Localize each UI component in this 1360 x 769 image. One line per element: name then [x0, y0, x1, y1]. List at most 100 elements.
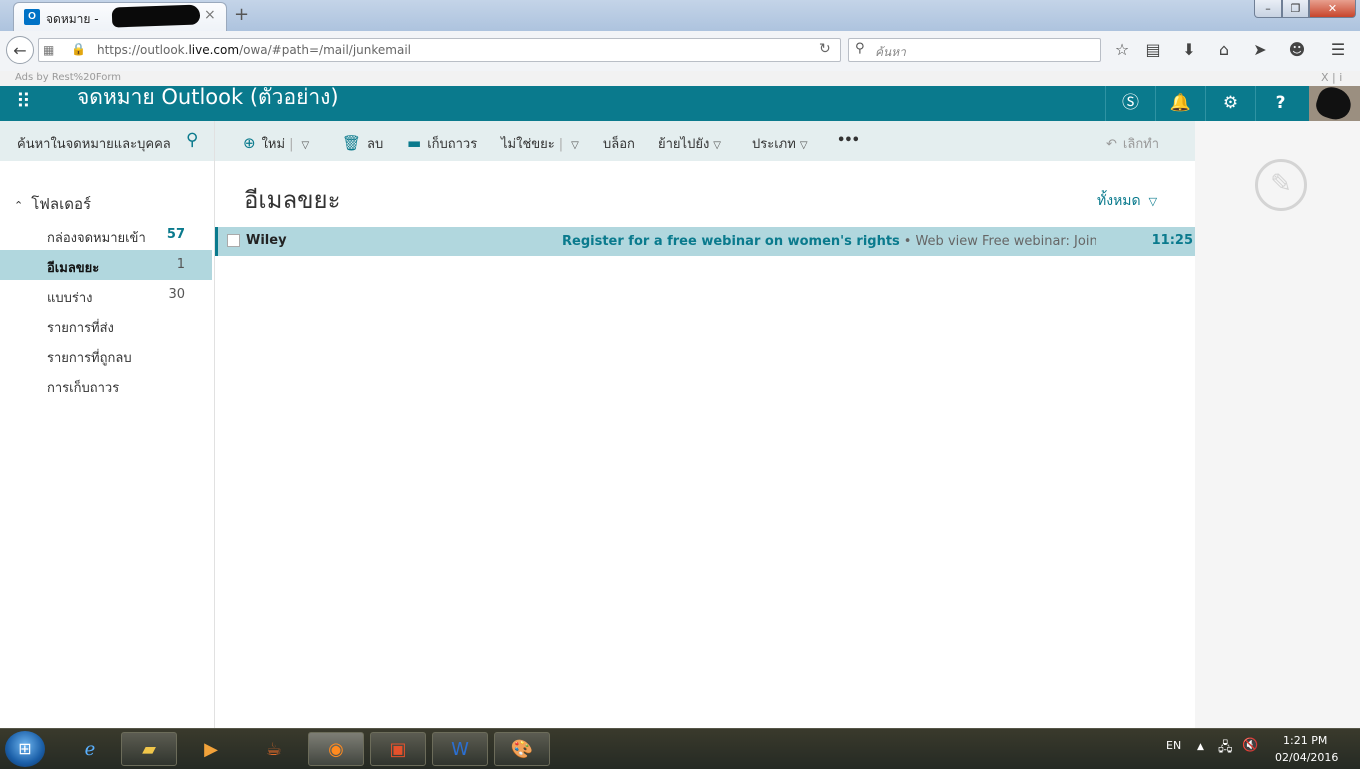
- outlook-favicon-icon: O: [24, 9, 40, 25]
- paint-icon[interactable]: 🎨: [494, 732, 550, 766]
- message-subject: Register for a free webinar on women's r…: [562, 234, 900, 249]
- window-close-button[interactable]: ✕: [1309, 0, 1356, 18]
- media-player-icon[interactable]: ▶: [183, 732, 239, 766]
- chat-icon[interactable]: ☻: [1287, 40, 1307, 59]
- folder-count: 1: [176, 257, 185, 272]
- network-icon[interactable]: 🖧: [1218, 738, 1233, 760]
- internet-explorer-icon[interactable]: ℯ: [62, 732, 118, 766]
- pane-divider[interactable]: [214, 121, 215, 728]
- new-tab-button[interactable]: +: [234, 4, 249, 25]
- reading-list-icon[interactable]: ▤: [1143, 40, 1163, 59]
- archive-button[interactable]: ▬ เก็บถาวร: [407, 133, 477, 154]
- powerpoint-icon[interactable]: ▣: [370, 732, 426, 766]
- folder-junk[interactable]: อีเมลขยะ 1: [0, 250, 212, 280]
- filter-dropdown[interactable]: ทั้งหมด ▽: [1097, 190, 1157, 212]
- message-summary: Register for a free webinar on women's r…: [562, 234, 1096, 250]
- new-button[interactable]: ⊕ ใหม่ | ▽: [243, 133, 309, 154]
- window-minimize-button[interactable]: –: [1254, 0, 1282, 18]
- menu-icon[interactable]: ☰: [1328, 40, 1348, 59]
- java-icon[interactable]: ☕: [246, 732, 302, 766]
- tab-close-icon[interactable]: ×: [204, 7, 216, 23]
- browser-title-bar: O จดหมาย - × + – ❐ ✕: [0, 0, 1360, 32]
- move-to-button[interactable]: ย้ายไปยัง ▽: [658, 133, 721, 154]
- clock-time[interactable]: 1:21 PM: [1283, 734, 1327, 747]
- language-indicator[interactable]: EN: [1166, 739, 1181, 752]
- ads-label: Ads by Rest%20Form: [15, 72, 122, 83]
- site-identity-icon[interactable]: ▦: [43, 43, 54, 57]
- folder-name: รายการที่ส่ง: [47, 321, 114, 336]
- browser-tab[interactable]: O จดหมาย - ×: [13, 2, 227, 32]
- folder-archive[interactable]: การเก็บถาวร: [0, 370, 212, 400]
- chevron-down-icon: ▽: [1148, 195, 1158, 208]
- folder-name: อีเมลขยะ: [47, 261, 100, 276]
- no-message-icon: ✎: [1255, 159, 1307, 211]
- app-launcher-icon[interactable]: ⠿: [16, 89, 31, 113]
- skype-icon[interactable]: Ⓢ: [1105, 86, 1155, 121]
- browser-search-input[interactable]: ⚲ ค้นหา: [848, 38, 1101, 62]
- folder-name: การเก็บถาวร: [47, 381, 120, 396]
- folder-drafts[interactable]: แบบร่าง 30: [0, 280, 212, 310]
- folder-count: 30: [168, 287, 185, 302]
- send-icon[interactable]: ➤: [1250, 40, 1270, 59]
- folder-title: อีเมลขยะ: [244, 186, 341, 214]
- message-checkbox[interactable]: [227, 234, 240, 247]
- file-explorer-icon[interactable]: ▰: [121, 732, 177, 766]
- clock-date[interactable]: 02/04/2016: [1275, 751, 1338, 764]
- folder-sent[interactable]: รายการที่ส่ง: [0, 310, 212, 340]
- folder-deleted[interactable]: รายการที่ถูกลบ: [0, 340, 212, 370]
- firefox-icon[interactable]: ◉: [308, 732, 364, 766]
- download-icon[interactable]: ⬇: [1179, 40, 1199, 59]
- word-icon[interactable]: W: [432, 732, 488, 766]
- start-button[interactable]: ⊞: [5, 731, 45, 767]
- ads-close-button[interactable]: X | i: [1321, 71, 1342, 84]
- message-sender: Wiley: [246, 233, 287, 248]
- redacted-blot: [111, 4, 201, 28]
- app-header: ⠿ จดหมาย Outlook (ตัวอย่าง) Ⓢ 🔔 ⚙ ?: [0, 86, 1360, 121]
- help-icon[interactable]: ?: [1255, 86, 1305, 121]
- chevron-down-icon[interactable]: ▽: [301, 140, 309, 151]
- reload-icon[interactable]: ↻: [819, 41, 831, 57]
- home-icon[interactable]: ⌂: [1214, 40, 1234, 59]
- chevron-down-icon: ▽: [799, 140, 808, 151]
- folder-count: 57: [166, 227, 185, 242]
- search-placeholder: ค้นหา: [875, 45, 906, 59]
- gear-icon[interactable]: ⚙: [1205, 86, 1255, 121]
- undo-icon: ↶: [1106, 137, 1117, 152]
- browser-nav-bar: ← ▦ 🔒 https://outlook.live.com/owa/#path…: [0, 31, 1360, 72]
- delete-button[interactable]: 🗑 ลบ: [342, 133, 383, 154]
- folder-name: รายการที่ถูกลบ: [47, 351, 132, 366]
- separator: •: [903, 234, 912, 249]
- redacted-blot: [1313, 86, 1355, 121]
- plus-circle-icon: ⊕: [243, 134, 256, 152]
- bell-icon[interactable]: 🔔: [1155, 86, 1205, 121]
- volume-muted-icon[interactable]: 🔇: [1242, 738, 1258, 753]
- mail-search-box[interactable]: ค้นหาในจดหมายและบุคคล ⚲: [0, 121, 214, 161]
- ads-bar: Ads by Rest%20Form X | i: [0, 71, 1360, 86]
- back-icon[interactable]: ←: [6, 36, 34, 64]
- folder-name: แบบร่าง: [47, 291, 93, 306]
- chevron-down-icon[interactable]: ▽: [571, 140, 579, 151]
- folder-inbox[interactable]: กล่องจดหมายเข้า 57: [0, 220, 212, 250]
- star-icon[interactable]: ☆: [1112, 40, 1132, 59]
- folders-heading[interactable]: ⌃ โฟลเดอร์: [14, 192, 91, 216]
- address-bar[interactable]: ▦ 🔒 https://outlook.live.com/owa/#path=/…: [38, 38, 841, 62]
- avatar[interactable]: [1309, 86, 1360, 121]
- url-text: https://outlook.live.com/owa/#path=/mail…: [97, 43, 412, 57]
- not-junk-button[interactable]: ไม่ใช่ขยะ | ▽: [501, 133, 579, 154]
- table-row[interactable]: Wiley Register for a free webinar on wom…: [215, 227, 1195, 256]
- command-bar: ⊕ ใหม่ | ▽ 🗑 ลบ ▬ เก็บถาวร ไม่ใช่ขยะ | ▽ บล็อก …: [215, 121, 1195, 161]
- chevron-down-icon: ▽: [713, 140, 721, 151]
- search-icon[interactable]: ⚲: [186, 130, 198, 150]
- categories-button[interactable]: ประเภท ▽: [752, 133, 808, 154]
- lock-icon[interactable]: 🔒: [71, 42, 86, 56]
- search-icon: ⚲: [855, 41, 865, 56]
- chevron-up-icon[interactable]: ⌃: [14, 199, 23, 212]
- reading-pane: ✎: [1195, 121, 1360, 728]
- archive-icon: ▬: [407, 134, 422, 152]
- tray-expand-icon[interactable]: ▲: [1197, 742, 1204, 752]
- undo-button[interactable]: ↶ เลิกทำ: [1106, 133, 1159, 154]
- app-title[interactable]: จดหมาย Outlook (ตัวอย่าง): [77, 86, 339, 108]
- more-button[interactable]: •••: [837, 133, 860, 148]
- window-maximize-button[interactable]: ❐: [1282, 0, 1309, 18]
- block-button[interactable]: บล็อก: [603, 133, 635, 154]
